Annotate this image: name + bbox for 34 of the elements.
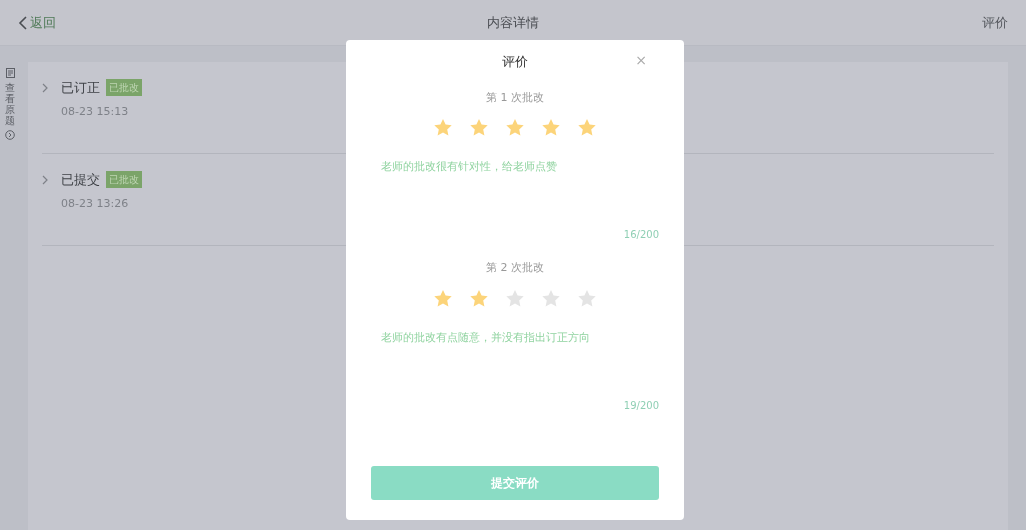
dialog-title: 评价 xyxy=(502,54,528,69)
star-icon[interactable] xyxy=(577,118,597,137)
expand-icon[interactable] xyxy=(42,83,49,93)
rate-link[interactable]: 评价 xyxy=(982,12,1008,33)
page-title: 内容详情 xyxy=(487,14,539,30)
close-button[interactable]: × xyxy=(629,52,653,68)
round-label: 第 1 次批改 xyxy=(485,89,545,106)
star-icon[interactable] xyxy=(505,118,525,137)
status-tag: 已批改 xyxy=(106,171,142,189)
star-icon[interactable] xyxy=(433,288,453,308)
comment-field[interactable]: 老师的批改有点随意，并没有指出订正方向 xyxy=(371,329,659,398)
char-counter: 16/200 xyxy=(622,228,659,242)
arrow-circle-icon xyxy=(5,130,15,140)
round-label: 第 2 次批改 xyxy=(485,260,545,276)
char-counter: 19/200 xyxy=(622,398,659,413)
star-icon[interactable] xyxy=(433,118,453,137)
star-icon[interactable] xyxy=(577,288,597,308)
expand-icon[interactable] xyxy=(42,175,49,185)
record-time: 08-23 15:13 xyxy=(61,103,130,120)
record-time: 08-23 13:26 xyxy=(61,195,130,212)
star-icon[interactable] xyxy=(541,118,561,137)
record-status: 已订正 xyxy=(61,79,100,97)
document-icon xyxy=(5,68,15,78)
star-icon[interactable] xyxy=(469,118,489,137)
back-icon xyxy=(18,15,28,30)
star-icon[interactable] xyxy=(505,288,525,308)
star-icon[interactable] xyxy=(541,288,561,308)
submit-button[interactable]: 提交评价 xyxy=(371,466,659,500)
view-question-tab[interactable]: 查看原题 xyxy=(5,82,15,126)
back-link[interactable]: 返回 xyxy=(18,12,56,33)
record-status: 已提交 xyxy=(61,171,100,189)
comment-field[interactable]: 老师的批改很有针对性，给老师点赞 xyxy=(371,159,659,227)
status-tag: 已批改 xyxy=(106,79,142,97)
star-icon[interactable] xyxy=(469,288,489,308)
